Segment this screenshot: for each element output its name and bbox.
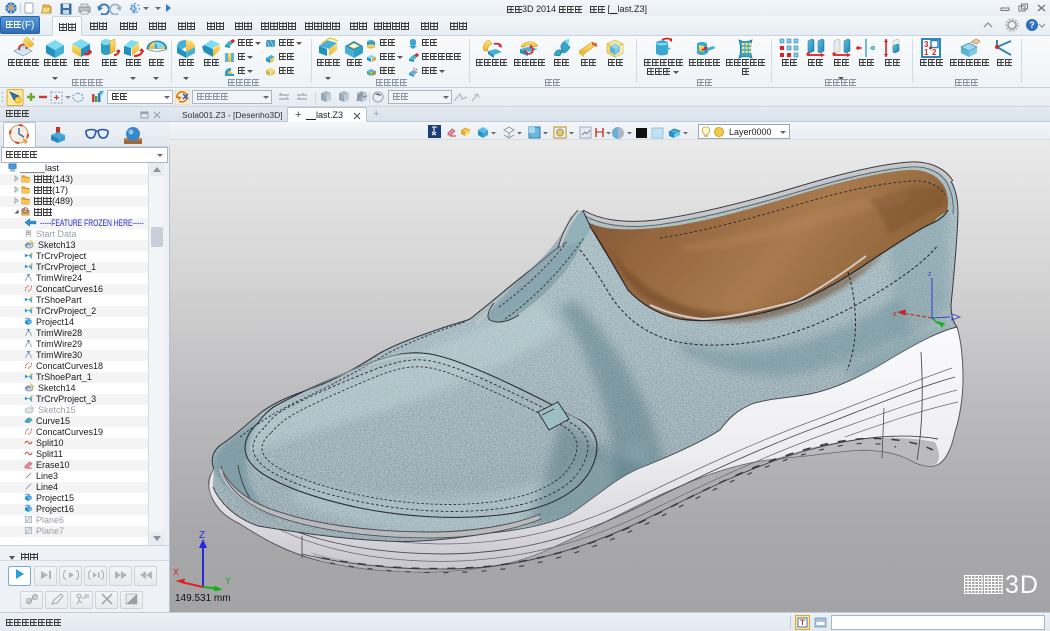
svg-text:x: x xyxy=(893,311,897,318)
svg-text:X: X xyxy=(173,567,179,577)
svg-text:Y: Y xyxy=(225,576,231,586)
svg-text:Z: Z xyxy=(199,530,205,541)
svg-text:z: z xyxy=(928,271,932,278)
svg-text:?: ? xyxy=(1029,20,1035,30)
